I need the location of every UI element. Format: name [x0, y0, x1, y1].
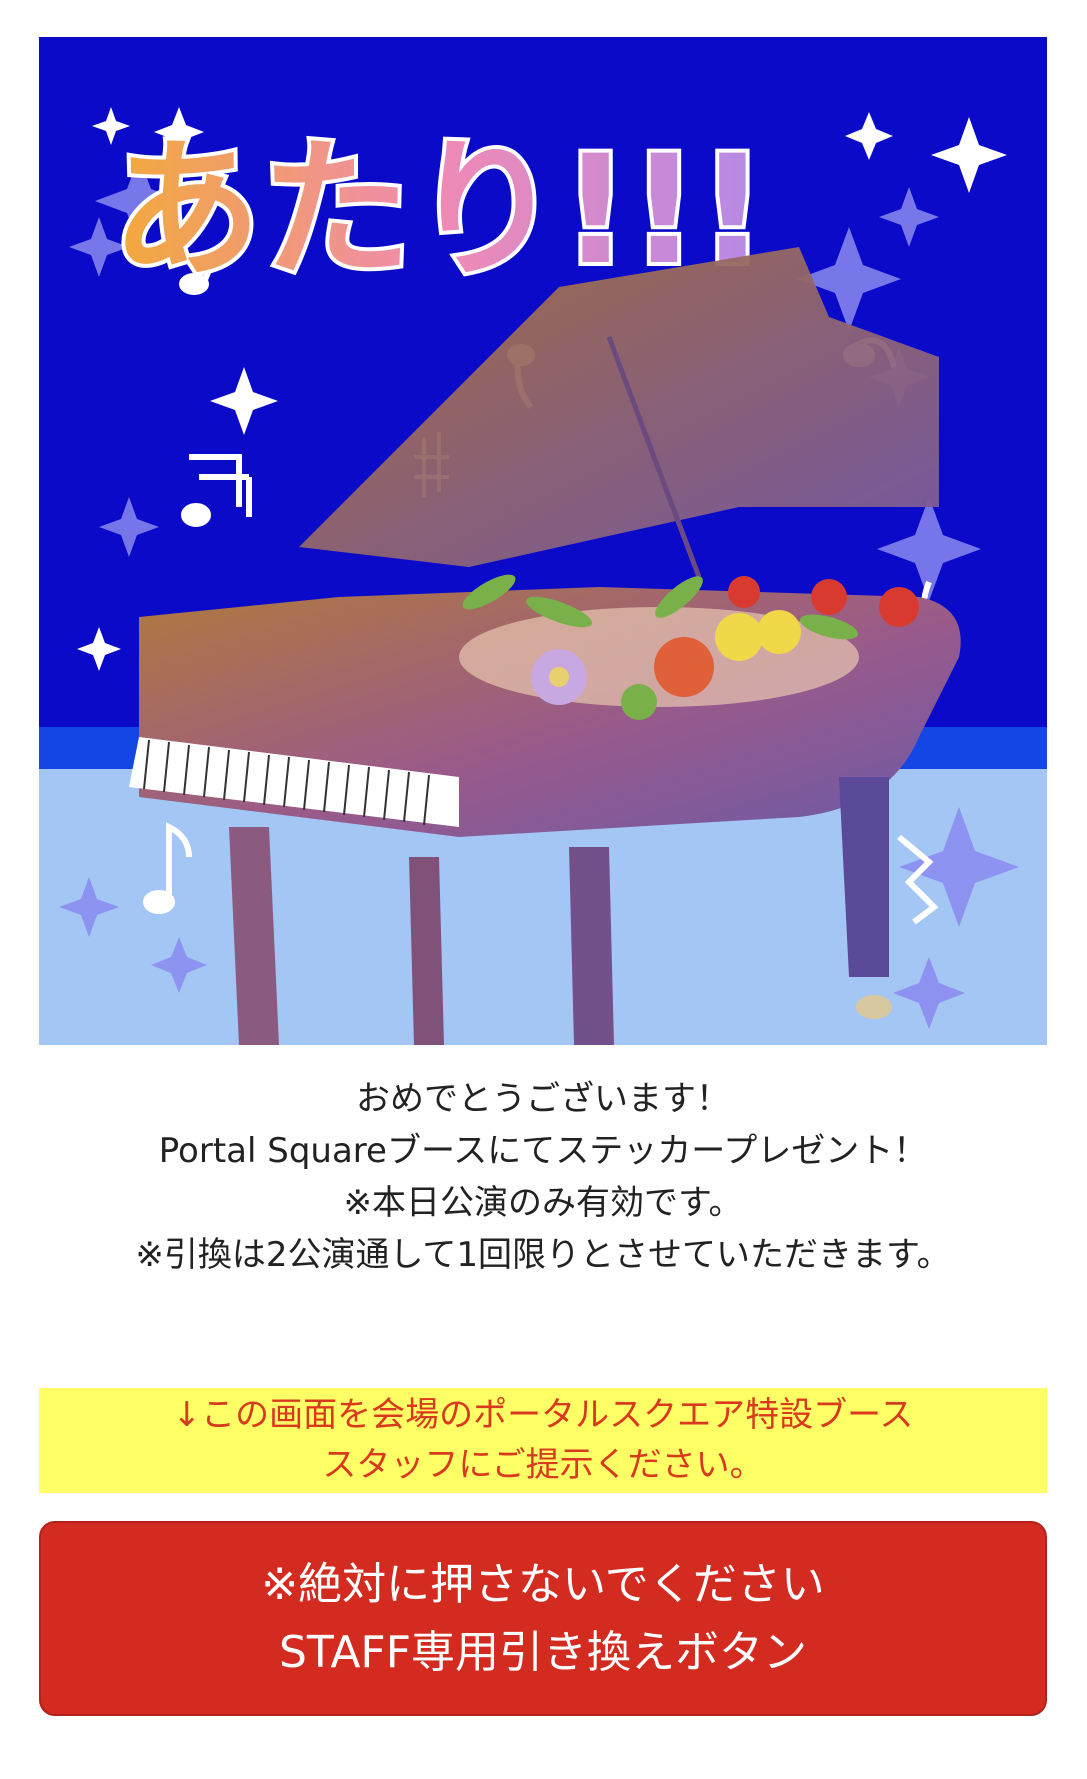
message-line: ※本日公演のみ有効です。	[343, 1183, 743, 1223]
hero-image: あたり!!!	[39, 37, 1047, 1045]
staff-button-label: STAFF専用引き換えボタン	[278, 1626, 808, 1678]
message-line: Portal Squareブースにてステッカープレゼント！	[158, 1131, 928, 1171]
message-line: ※引換は2公演通して1回限りとさせていただきます。	[135, 1235, 951, 1275]
message-line: おめでとうございます！	[356, 1079, 730, 1119]
staff-redeem-button[interactable]: ※絶対に押さないでください STAFF専用引き換えボタン	[39, 1521, 1047, 1716]
piano-illustration: あたり!!!	[39, 37, 1047, 1045]
instruction-line: スタッフにご提示ください。	[322, 1445, 764, 1485]
congratulations-message: おめでとうございます！ Portal Squareブースにてステッカープレゼント…	[39, 1073, 1047, 1281]
instruction-line: ↓この画面を会場のポータルスクエア特設ブース	[172, 1395, 914, 1435]
instruction-banner: ↓この画面を会場のポータルスクエア特設ブース スタッフにご提示ください。	[39, 1388, 1047, 1493]
staff-button-warning: ※絶対に押さないでください	[261, 1558, 825, 1610]
